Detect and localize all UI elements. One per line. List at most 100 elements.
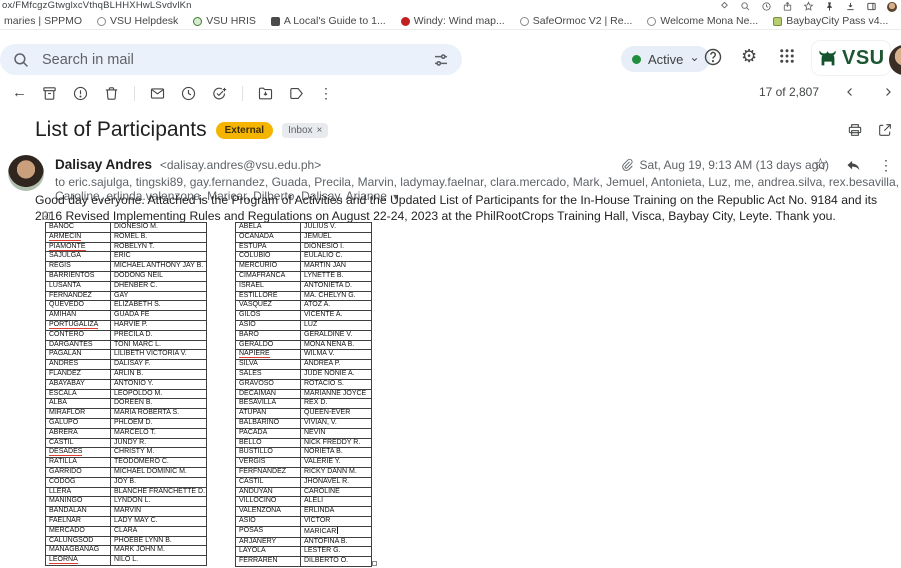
surname-cell: ABAYABAY [46, 379, 111, 389]
participant-row: BAÑOCDIONESIO M. [46, 223, 207, 233]
bookmark-item[interactable]: maries | SPPMO [4, 15, 82, 27]
text-cursor [337, 527, 338, 534]
surname-cell: CONTERO [46, 330, 111, 340]
participant-row: PORTUGALIZAHARVIE P. [46, 320, 207, 330]
firstname-cell: NORIETA B. [301, 448, 372, 458]
participant-row: ARJANERYANTOFINA B. [236, 537, 372, 547]
bookmark-item[interactable]: SafeOrmoc V2 | Re... [520, 15, 633, 27]
firstname-cell: LYNDON L. [111, 497, 207, 507]
table-resize-handle[interactable] [372, 561, 377, 566]
participant-row: VASQUEZATOZ A. [236, 301, 372, 311]
bookmark-item[interactable]: Welcome Mona Ne... [647, 15, 758, 27]
sender-avatar[interactable] [8, 155, 44, 191]
search-input[interactable] [40, 51, 432, 69]
bookmark-label: VSU Helpdesk [110, 15, 178, 27]
newer-email-icon[interactable] [843, 85, 857, 99]
inbox-label-chip[interactable]: Inbox × [282, 123, 328, 138]
browser-profile-avatar[interactable] [887, 2, 897, 12]
firstname-cell: ELIZABETH S. [111, 301, 207, 311]
firstname-cell: QUEEN-EVER [301, 409, 372, 419]
surname-cell: ABELA [236, 223, 301, 233]
zoom-icon[interactable] [740, 1, 751, 12]
extensions-pin-icon[interactable] [824, 1, 835, 12]
more-options-icon[interactable]: ⋮ [319, 85, 333, 101]
remove-label-icon[interactable]: × [317, 125, 323, 136]
labels-icon[interactable] [288, 85, 305, 102]
mark-unread-icon[interactable] [149, 85, 166, 102]
subject-actions [847, 122, 893, 138]
message-more-icon[interactable]: ⋮ [879, 157, 893, 173]
firstname-cell: DODONG NEIL [111, 271, 207, 281]
participant-row: PIAMONTEROBELYN T. [46, 242, 207, 252]
firstname-cell: ANDREA P. [301, 360, 372, 370]
print-icon[interactable] [847, 122, 863, 138]
browser-url-bar: ox/FMfcgzGtwglxcVthqBLHHXHwLSvdvlKn [0, 0, 901, 13]
search-bar[interactable] [0, 44, 462, 75]
share-icon[interactable] [782, 1, 793, 12]
archive-icon[interactable] [41, 85, 58, 102]
download-icon[interactable] [845, 1, 856, 12]
surname-cell: ANDRES [46, 360, 111, 370]
apps-grid-icon[interactable] [778, 47, 796, 70]
surname-cell: GERALDO [236, 340, 301, 350]
move-to-icon[interactable] [257, 85, 274, 102]
firstname-cell: JUDE NONIE A. [301, 369, 372, 379]
logo-text: VSU [842, 47, 885, 70]
participant-row: REGISMICHAEL ANTHONY JAY B. [46, 262, 207, 272]
surname-cell: ALBA [46, 399, 111, 409]
firstname-cell: ROTACIO S. [301, 379, 372, 389]
bookmark-star-icon[interactable] [803, 1, 814, 12]
participant-row: ABELAJULIUS V. [236, 223, 372, 233]
status-label: Active [648, 52, 683, 67]
attachment-icon [620, 158, 634, 172]
surname-cell: DECAIMAN [236, 389, 301, 399]
side-panel-icon[interactable] [866, 1, 877, 12]
reading-mode-icon[interactable] [719, 1, 730, 12]
reply-icon[interactable] [845, 157, 862, 174]
sender-name: Dalisay Andres [55, 157, 152, 172]
participant-row: ESTUPADIONESIO I. [236, 242, 372, 252]
participant-row: ASIOLUZ [236, 320, 372, 330]
surname-cell: BELLO [236, 438, 301, 448]
help-icon[interactable] [703, 47, 723, 67]
participant-row: POSASMARICAR [236, 526, 372, 537]
participant-row: PAGALANLILIBETH VICTORIA V. [46, 350, 207, 360]
star-icon[interactable]: ☆ [813, 156, 828, 174]
older-email-icon[interactable] [881, 85, 895, 99]
firstname-cell: ROBELYN T. [111, 242, 207, 252]
participant-row: DESADESCHRISTY M. [46, 448, 207, 458]
surname-cell: MANAGBANAG [46, 546, 111, 556]
surname-cell: SALES [236, 369, 301, 379]
firstname-cell: ARLIN B. [111, 369, 207, 379]
table-handle-icon[interactable]: + [42, 212, 50, 220]
delete-icon[interactable] [103, 85, 120, 102]
search-options-icon[interactable] [432, 51, 450, 69]
bookmark-label: A Local's Guide to 1... [284, 15, 386, 27]
participant-row: BESAVILLAREX D. [236, 399, 372, 409]
carabao-logo-icon [817, 47, 839, 69]
surname-cell: SILVA [236, 360, 301, 370]
bookmark-item[interactable]: BaybayCity Pass v4... [773, 15, 888, 27]
bookmark-favicon-icon [193, 17, 202, 26]
bookmark-item[interactable]: VSU Helpdesk [97, 15, 178, 27]
browser-window: ox/FMfcgzGtwglxcVthqBLHHXHwLSvdvlKn mari… [0, 0, 901, 568]
workspace-logo: VSU [812, 41, 890, 75]
bookmark-item[interactable]: Windy: Wind map... [401, 15, 505, 27]
gmail-profile-avatar[interactable] [889, 45, 901, 75]
history-icon[interactable] [761, 1, 772, 12]
bookmark-item[interactable]: A Local's Guide to 1... [271, 15, 386, 27]
surname-cell: PIAMONTE [46, 242, 111, 252]
status-selector[interactable]: Active [621, 46, 710, 72]
bookmark-item[interactable]: VSU HRIS [193, 15, 256, 27]
firstname-cell: REX D. [301, 399, 372, 409]
report-spam-icon[interactable] [72, 85, 89, 102]
add-to-tasks-icon[interactable] [211, 85, 228, 102]
participant-row: FERNANDEZGAY [46, 291, 207, 301]
settings-gear-icon[interactable]: ⚙ [741, 46, 757, 66]
snooze-icon[interactable] [180, 85, 197, 102]
back-icon[interactable]: ← [12, 85, 27, 101]
firstname-cell: TONI MARC L. [111, 340, 207, 350]
open-in-new-icon[interactable] [877, 122, 893, 138]
participant-row: NAPIEREWILMA V. [236, 350, 372, 360]
participant-row: CIMAFRANCALYNETTE B. [236, 271, 372, 281]
